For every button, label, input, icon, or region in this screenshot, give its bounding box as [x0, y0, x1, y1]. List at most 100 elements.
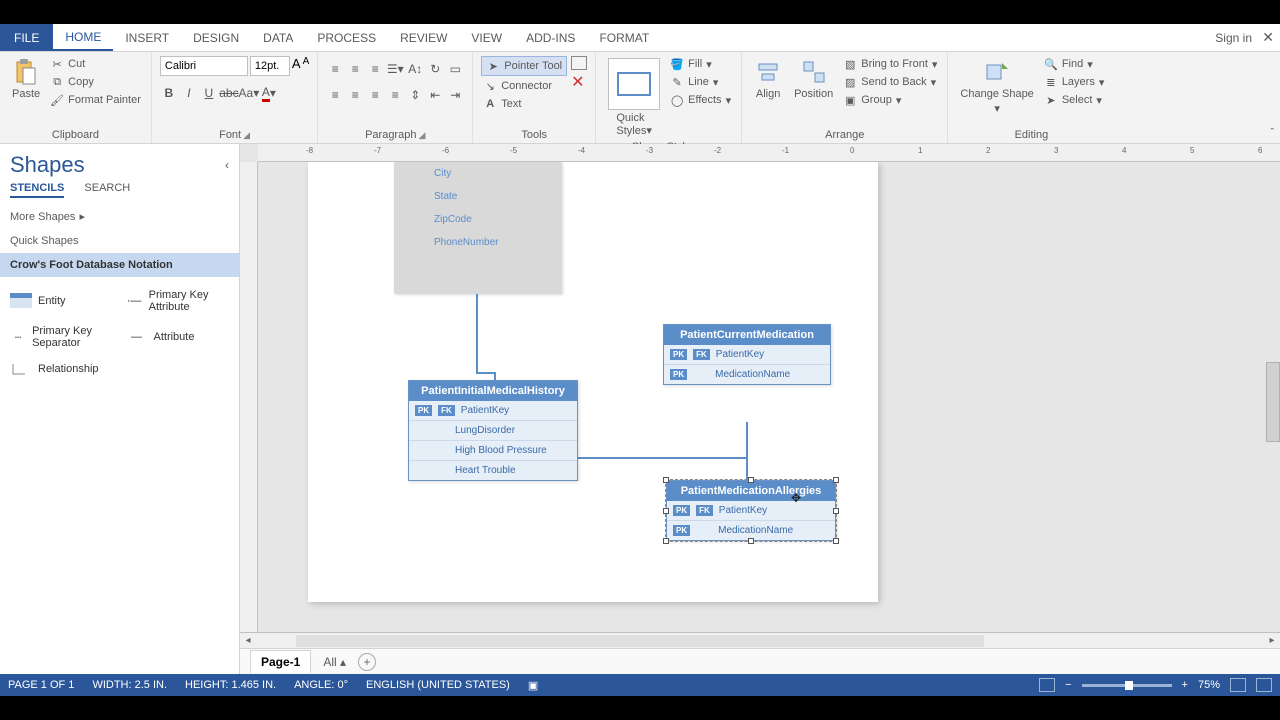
zoom-slider[interactable]: [1082, 684, 1172, 687]
bold-button[interactable]: B: [160, 84, 178, 102]
vertical-ruler[interactable]: [240, 162, 258, 632]
style-gallery[interactable]: [608, 58, 660, 110]
close-icon[interactable]: ✕: [1262, 29, 1274, 46]
align-top-button[interactable]: ≡: [326, 60, 344, 78]
pane-tab-search[interactable]: SEARCH: [84, 182, 130, 198]
entity-patient-initial-history[interactable]: PatientInitialMedicalHistory PKFKPatient…: [408, 380, 578, 481]
add-page-button[interactable]: +: [358, 653, 376, 671]
delete-tool-button[interactable]: ✕: [571, 72, 587, 92]
paste-button[interactable]: Paste: [8, 56, 44, 102]
entity-patient-current-med[interactable]: PatientCurrentMedication PKFKPatientKey …: [663, 324, 831, 385]
tab-insert[interactable]: INSERT: [113, 24, 181, 51]
cut-button[interactable]: ✂Cut: [48, 56, 143, 72]
zoom-in-button[interactable]: +: [1182, 679, 1188, 691]
font-size-select[interactable]: [250, 56, 290, 76]
scroll-right-icon[interactable]: ▸: [1264, 635, 1280, 646]
pointer-tool-button[interactable]: ➤Pointer Tool: [481, 56, 567, 76]
bring-front-button[interactable]: ▧Bring to Front▾: [841, 56, 939, 72]
page-tab-1[interactable]: Page-1: [250, 650, 311, 673]
tab-design[interactable]: DESIGN: [181, 24, 251, 51]
more-shapes-link[interactable]: More Shapes▸: [0, 204, 239, 229]
italic-button[interactable]: I: [180, 84, 198, 102]
align-middle-button[interactable]: ≡: [346, 60, 364, 78]
increase-indent-button[interactable]: ⇥: [446, 86, 464, 104]
full-screen-button[interactable]: [1256, 678, 1272, 692]
shape-relationship[interactable]: Relationship: [4, 355, 235, 383]
shape-entity[interactable]: Entity: [4, 283, 120, 319]
line-spacing-button[interactable]: ⇕: [406, 86, 424, 104]
strike-button[interactable]: abc: [220, 84, 238, 102]
shape-pk-separator[interactable]: ┄Primary Key Separator: [4, 319, 120, 355]
quick-styles-button[interactable]: QuickStyles▾: [604, 56, 664, 139]
page-tab-all[interactable]: All ▴: [323, 655, 346, 669]
pane-tab-stencils[interactable]: STENCILS: [10, 182, 64, 198]
selection-handle[interactable]: [833, 508, 839, 514]
presentation-mode-button[interactable]: [1039, 678, 1055, 692]
tab-format[interactable]: FORMAT: [587, 24, 661, 51]
selection-handle[interactable]: [833, 538, 839, 544]
shape-pk-attribute[interactable]: ·—Primary Key Attribute: [120, 283, 236, 319]
selection-handle[interactable]: [748, 477, 754, 483]
text-tool-button[interactable]: AText: [481, 96, 567, 112]
tab-data[interactable]: DATA: [251, 24, 305, 51]
position-button[interactable]: Position: [790, 56, 837, 102]
underline-button[interactable]: U: [200, 84, 218, 102]
effects-button[interactable]: ◯Effects▾: [668, 92, 733, 108]
select-button[interactable]: ➤Select▾: [1042, 92, 1107, 108]
line-button[interactable]: ✎Line▾: [668, 74, 733, 90]
paragraph-dialog-launcher[interactable]: ◢: [418, 130, 425, 140]
macro-record-icon[interactable]: ▣: [528, 679, 538, 692]
stencil-crowfoot[interactable]: Crow's Foot Database Notation: [0, 253, 239, 277]
font-dialog-launcher[interactable]: ◢: [243, 130, 250, 140]
selection-handle[interactable]: [663, 477, 669, 483]
send-back-button[interactable]: ▨Send to Back▾: [841, 74, 939, 90]
bullets-button[interactable]: ☰▾: [386, 60, 404, 78]
selection-handle[interactable]: [663, 538, 669, 544]
selection-handle[interactable]: [663, 508, 669, 514]
drawing-canvas[interactable]: City State ZipCode PhoneNumber: [258, 162, 1280, 632]
tab-addins[interactable]: ADD-INS: [514, 24, 587, 51]
rotate-text-button[interactable]: ↻: [426, 60, 444, 78]
sign-in-link[interactable]: Sign in: [1215, 31, 1252, 45]
decrease-font-button[interactable]: A: [303, 56, 310, 76]
font-name-select[interactable]: [160, 56, 248, 76]
shape-attribute[interactable]: —Attribute: [120, 319, 236, 355]
format-painter-button[interactable]: 🖌Format Painter: [48, 92, 143, 108]
text-direction-button[interactable]: A↕: [406, 60, 424, 78]
align-right-button[interactable]: ≡: [366, 86, 384, 104]
tab-process[interactable]: PROCESS: [305, 24, 388, 51]
justify-button[interactable]: ≡: [386, 86, 404, 104]
rectangle-tool-button[interactable]: [571, 56, 587, 70]
find-button[interactable]: 🔍Find▾: [1042, 56, 1107, 72]
layers-button[interactable]: ≣Layers▾: [1042, 74, 1107, 90]
quick-shapes-link[interactable]: Quick Shapes: [0, 229, 239, 253]
copy-button[interactable]: ⧉Copy: [48, 74, 143, 90]
group-button[interactable]: ▣Group▾: [841, 92, 939, 108]
tab-review[interactable]: REVIEW: [388, 24, 459, 51]
scroll-left-icon[interactable]: ◂: [240, 635, 256, 646]
fill-button[interactable]: 🪣Fill▾: [668, 56, 733, 72]
selection-handle[interactable]: [833, 477, 839, 483]
status-language[interactable]: ENGLISH (UNITED STATES): [366, 679, 510, 691]
increase-font-button[interactable]: A: [292, 56, 301, 76]
shapes-pane-collapse-icon[interactable]: ‹: [225, 158, 229, 172]
align-button[interactable]: Align: [750, 56, 786, 102]
zoom-out-button[interactable]: −: [1065, 679, 1071, 691]
align-center-button[interactable]: ≡: [346, 86, 364, 104]
case-button[interactable]: Aa▾: [240, 84, 258, 102]
vertical-scrollbar[interactable]: [1266, 362, 1280, 442]
entity-patient-partial[interactable]: City State ZipCode PhoneNumber: [394, 162, 562, 294]
horizontal-scrollbar[interactable]: ◂ ▸: [240, 632, 1280, 648]
collapse-ribbon-button[interactable]: ˆ: [1270, 127, 1274, 139]
tab-file[interactable]: FILE: [0, 24, 53, 51]
tab-view[interactable]: VIEW: [459, 24, 514, 51]
text-block-button[interactable]: ▭: [446, 60, 464, 78]
horizontal-ruler[interactable]: -8-7-6-5-4-3-2-10123456: [258, 144, 1280, 162]
align-left-button[interactable]: ≡: [326, 86, 344, 104]
change-shape-button[interactable]: Change Shape▾: [956, 56, 1037, 117]
entity-patient-med-allergies[interactable]: PatientMedicationAllergies PKFKPatientKe…: [666, 480, 836, 541]
selection-handle[interactable]: [748, 538, 754, 544]
decrease-indent-button[interactable]: ⇤: [426, 86, 444, 104]
fit-page-button[interactable]: [1230, 678, 1246, 692]
connector-tool-button[interactable]: ↘Connector: [481, 78, 567, 94]
